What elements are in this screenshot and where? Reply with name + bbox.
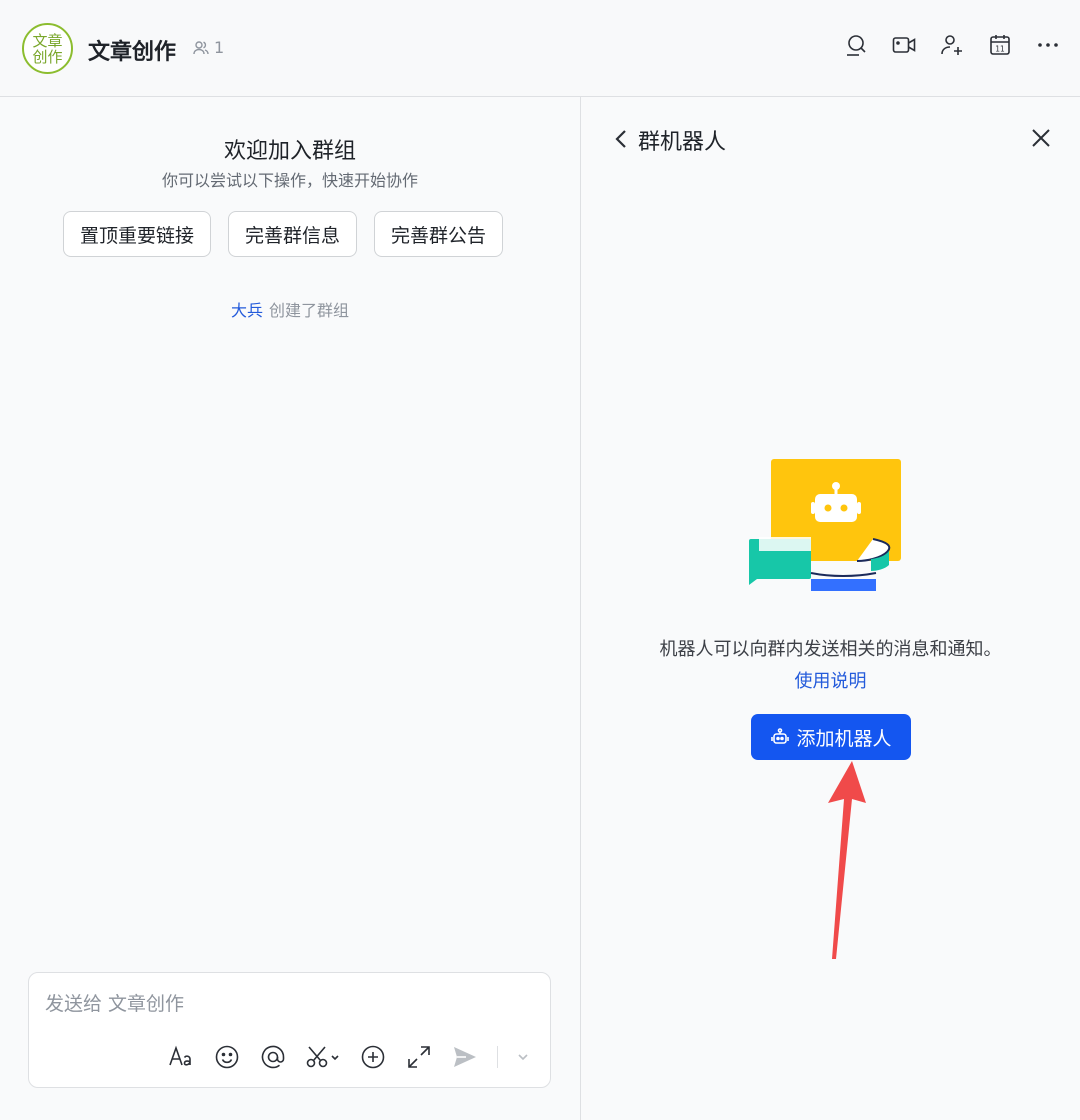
plus-circle-icon[interactable] [359,1043,387,1071]
add-bot-button[interactable]: 添加机器人 [751,714,911,760]
chevron-down-icon[interactable] [516,1043,530,1071]
more-icon[interactable] [1036,33,1060,57]
message-input[interactable] [45,993,525,1015]
calendar-icon[interactable]: 11 [988,33,1012,57]
bot-description: 机器人可以向群内发送相关的消息和通知。 [659,639,1002,660]
annotation-arrow [828,761,866,959]
usage-guide-link[interactable]: 使用说明 [581,667,1080,693]
robot-illustration [749,459,901,591]
creator-link[interactable]: 大兵 [231,301,263,320]
complete-group-info-button[interactable]: 完善群信息 [228,211,358,257]
video-icon[interactable] [892,33,916,57]
welcome-subtitle: 你可以尝试以下操作，快速开始协作 [161,171,418,190]
system-message-text: 创建了群组 [269,301,350,320]
chat-header: 文章创作 文章创作 1 11 [0,0,1080,97]
add-bot-label: 添加机器人 [796,727,892,750]
complete-announcement-button[interactable]: 完善群公告 [374,211,504,257]
close-icon[interactable] [1030,127,1052,149]
member-count-value: 1 [214,38,225,57]
expand-icon[interactable] [405,1043,433,1071]
mention-icon[interactable] [259,1043,287,1071]
bot-icon [771,728,790,744]
members-icon [193,40,209,54]
pin-links-button[interactable]: 置顶重要链接 [63,211,212,257]
emoji-icon[interactable] [213,1043,241,1071]
scissors-icon[interactable] [305,1043,341,1071]
group-avatar[interactable]: 文章创作 [22,23,73,74]
send-icon[interactable] [451,1043,479,1071]
member-count[interactable]: 1 [192,38,224,57]
search-icon[interactable] [844,33,868,57]
system-message: 大兵 创建了群组 [0,297,580,321]
text-format-icon[interactable] [167,1043,195,1071]
group-bot-panel: 群机器人 机器人可以向群内发送相关的消息和通知。 使用说明 添加机器人 [581,97,1080,1120]
message-composer [28,972,551,1088]
group-title[interactable]: 文章创作 [88,34,176,66]
chat-area: 欢迎加入群组 你可以尝试以下操作，快速开始协作 置顶重要链接 完善群信息 完善群… [0,97,580,1120]
add-member-icon[interactable] [940,33,964,57]
quick-actions: 置顶重要链接 完善群信息 完善群公告 [63,211,504,257]
calendar-day: 11 [995,45,1005,54]
welcome-title: 欢迎加入群组 [223,139,356,164]
back-icon[interactable] [611,127,631,151]
panel-title: 群机器人 [638,130,727,155]
tool-separator [497,1046,498,1068]
